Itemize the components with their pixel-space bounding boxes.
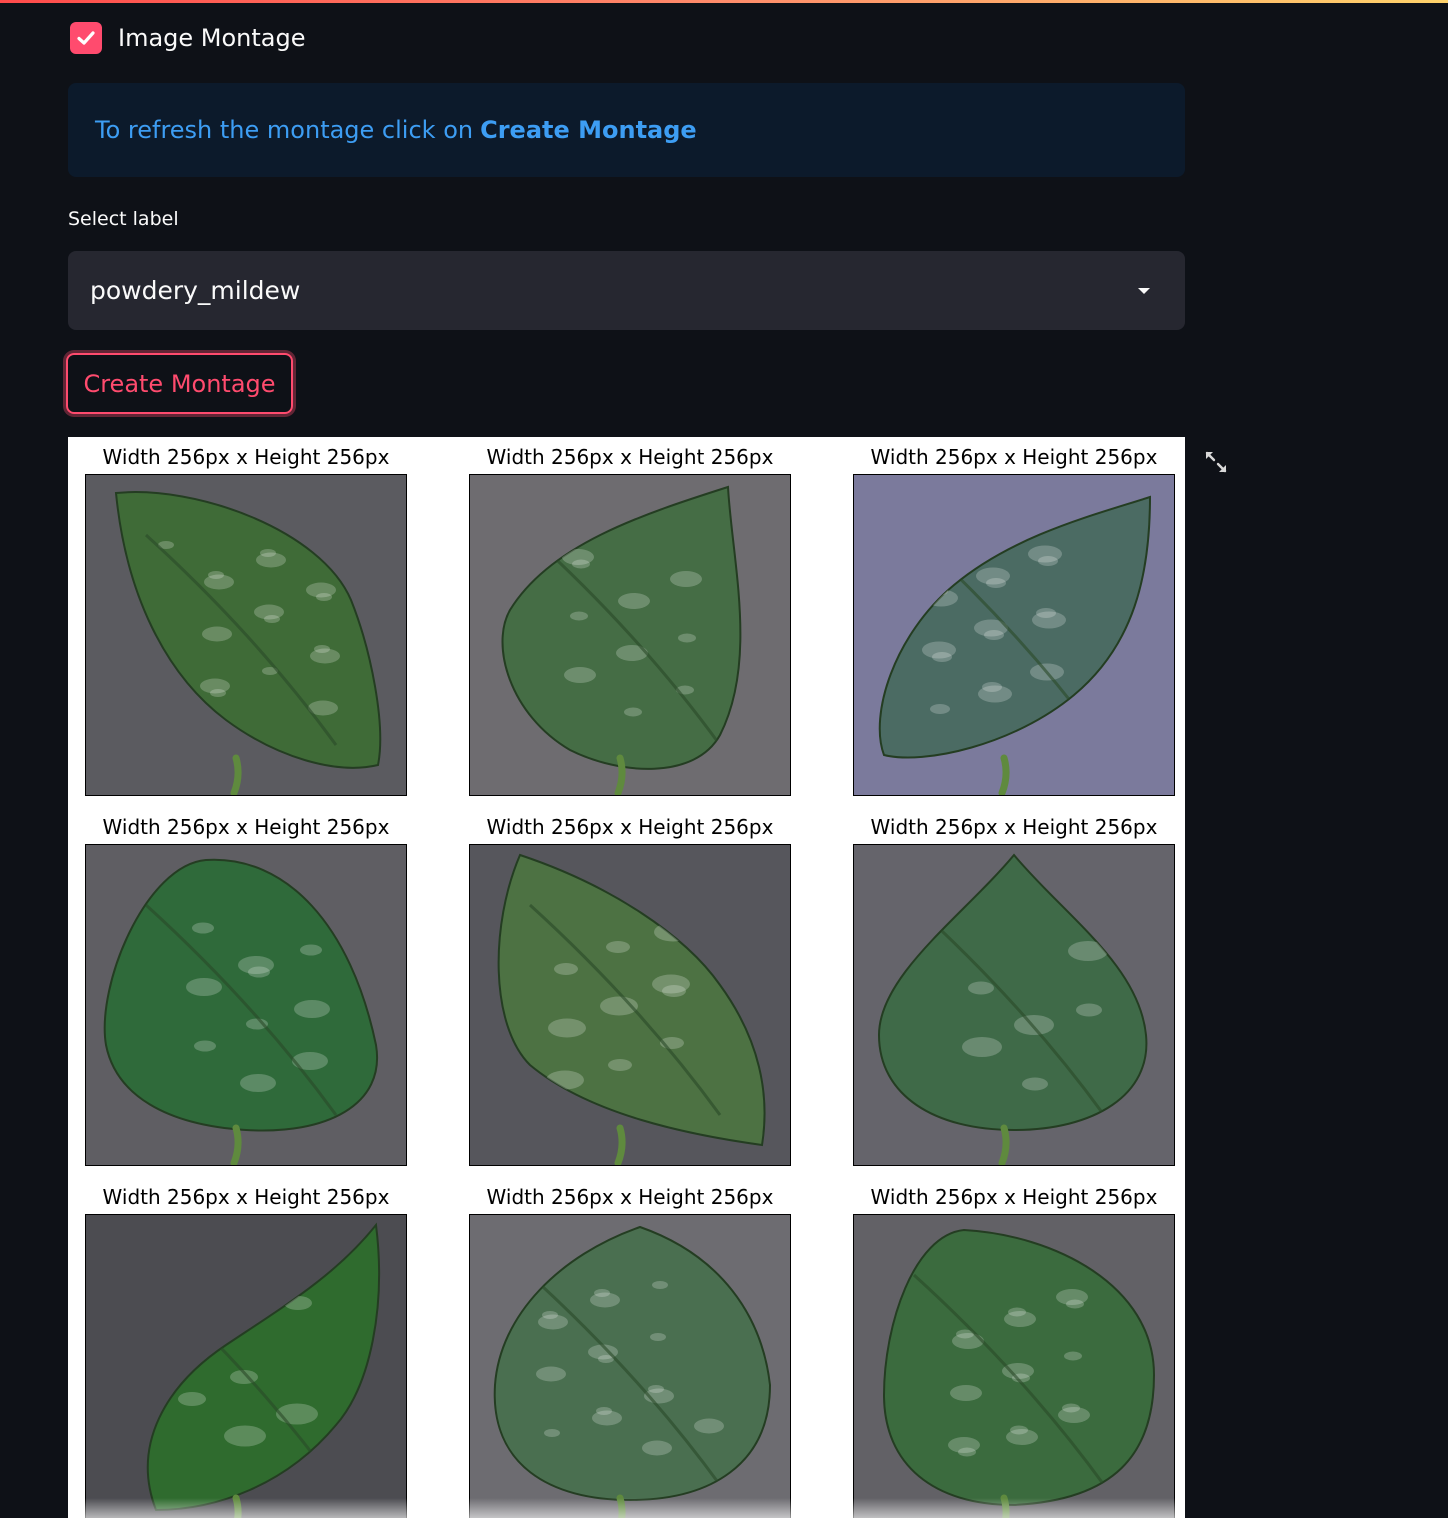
image-montage-checkbox[interactable]: Image Montage: [70, 22, 306, 54]
tile-title: Width 256px x Height 256px: [102, 445, 390, 469]
expand-icon[interactable]: [1202, 448, 1230, 476]
tile-title: Width 256px x Height 256px: [102, 815, 390, 839]
tile-title: Width 256px x Height 256px: [486, 815, 774, 839]
info-emphasis: Create Montage: [480, 116, 697, 144]
select-label: Select label: [68, 208, 179, 230]
leaf-image: [853, 1214, 1175, 1518]
info-alert: To refresh the montage click on Create M…: [68, 83, 1185, 177]
tile-title: Width 256px x Height 256px: [870, 1185, 1158, 1209]
tile-title: Width 256px x Height 256px: [870, 445, 1158, 469]
label-select[interactable]: powdery_mildew: [68, 251, 1185, 330]
checkbox-checked-icon[interactable]: [70, 22, 102, 54]
app-header-accent-bar: [0, 0, 1448, 3]
montage-figure: Width 256px x Height 256px Width 256px x…: [68, 437, 1185, 1518]
create-montage-button[interactable]: Create Montage: [66, 353, 293, 414]
leaf-image: [85, 844, 407, 1166]
leaf-image: [85, 474, 407, 796]
leaf-image: [469, 844, 791, 1166]
tile-title: Width 256px x Height 256px: [102, 1185, 390, 1209]
leaf-image: [85, 1214, 407, 1518]
tile-title: Width 256px x Height 256px: [486, 445, 774, 469]
checkbox-label: Image Montage: [118, 24, 306, 52]
tile-title: Width 256px x Height 256px: [486, 1185, 774, 1209]
leaf-image: [469, 1214, 791, 1518]
info-text: To refresh the montage click on: [95, 116, 474, 144]
leaf-image: [853, 474, 1175, 796]
leaf-image: [853, 844, 1175, 1166]
select-value: powdery_mildew: [90, 276, 301, 305]
chevron-down-icon[interactable]: [1138, 287, 1150, 294]
leaf-image: [469, 474, 791, 796]
tile-title: Width 256px x Height 256px: [870, 815, 1158, 839]
